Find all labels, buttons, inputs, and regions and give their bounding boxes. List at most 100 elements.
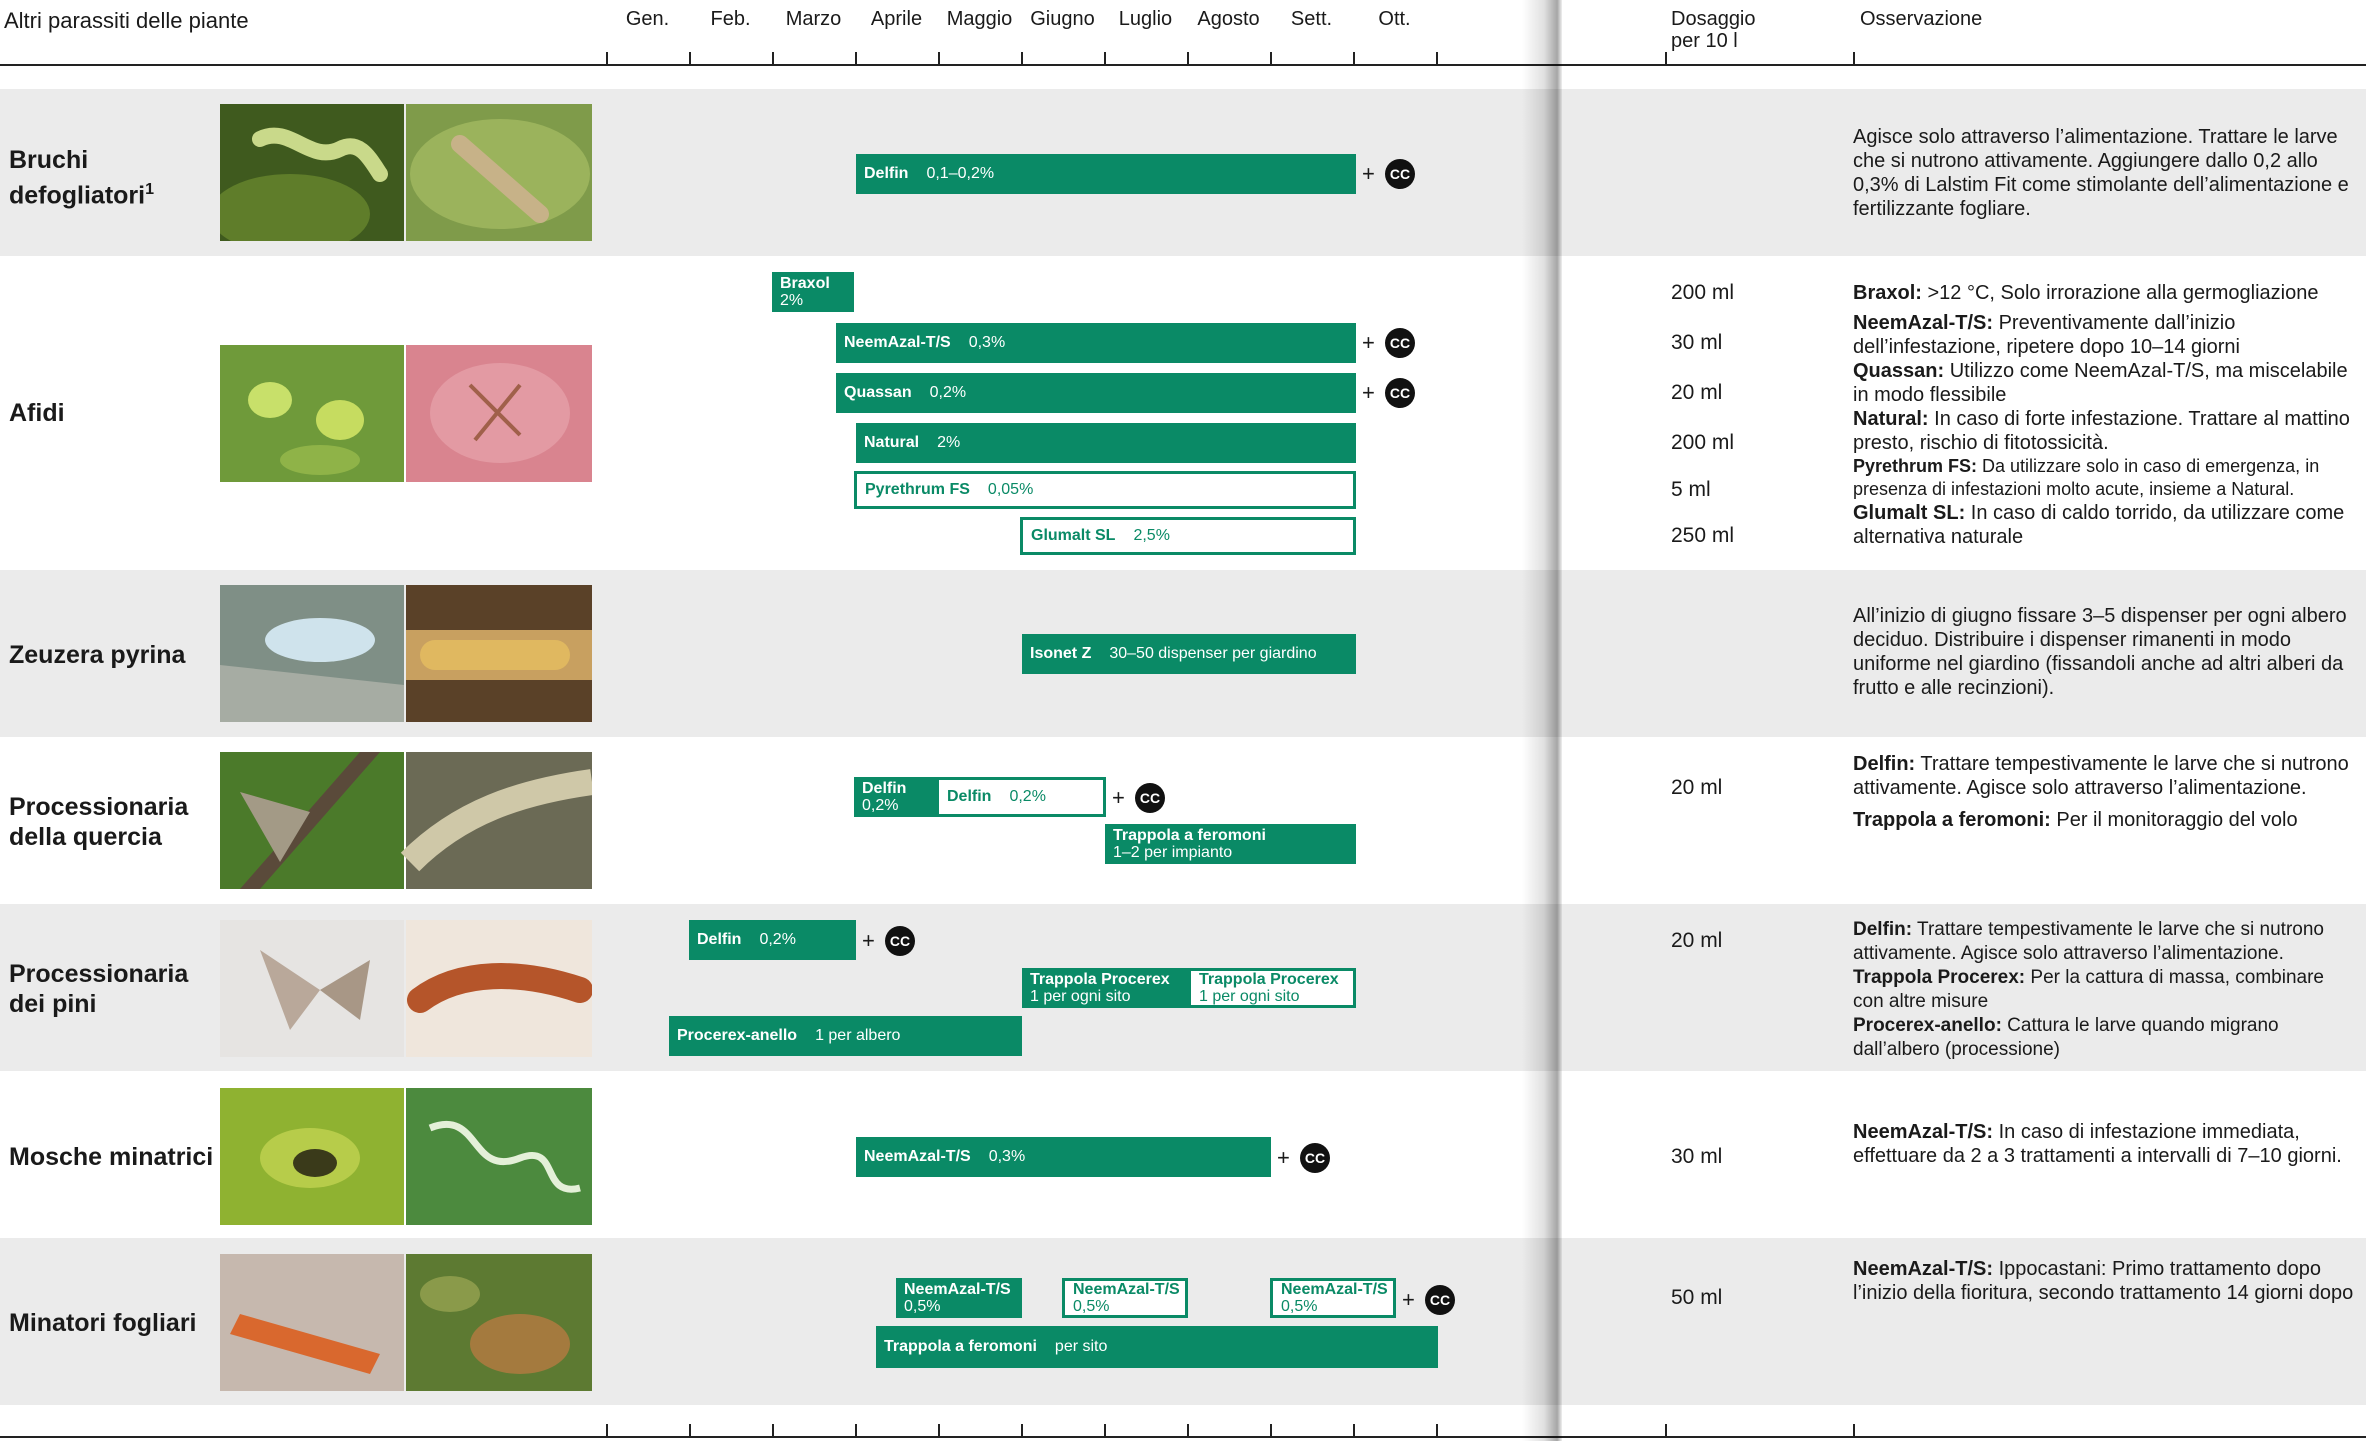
plus-sign: +	[1402, 1287, 1415, 1312]
dosage-header-line1: Dosaggio	[1671, 8, 1756, 30]
month-label: Giugno	[1030, 8, 1095, 30]
bar-dose: 1 per albero	[815, 1027, 901, 1044]
bar-dose: 2,5%	[1133, 527, 1170, 544]
dosage-value: 30 ml	[1671, 1145, 1723, 1168]
bar-dose: 0,2%	[929, 384, 967, 401]
observation-text: NeemAzal-T/S: Ippocastani: Primo trattam…	[1853, 1257, 2358, 1305]
month-label: Gen.	[625, 8, 670, 30]
axis-tick	[1436, 1424, 1438, 1438]
bar-dose: 1 per ogni sito	[1030, 988, 1131, 1005]
pest-name-line: della quercia	[9, 823, 162, 851]
axis-tick	[689, 1424, 691, 1438]
axis-tick	[1665, 1424, 1667, 1438]
plus-sign: +	[862, 928, 875, 953]
bar-dose: 2%	[937, 434, 961, 451]
axis-tick	[1853, 52, 1855, 66]
axis-tick	[938, 1424, 940, 1438]
cc-badge-icon: CC	[1135, 783, 1165, 813]
bar-trappola-procerex: Trappola Procerex 1 per ogni sito	[1188, 968, 1356, 1008]
bar-delfin: Delfin 0,2%	[689, 920, 856, 960]
note-text: Trattare tempestivamente le larve che si…	[1853, 919, 2324, 964]
bar-delfin: Delfin 0,2%	[854, 777, 938, 817]
bar-trappola-procerex: Trappola Procerex 1 per ogni sito	[1022, 968, 1190, 1008]
note-label: Braxol:	[1853, 282, 1922, 304]
bar-dose: 0,3%	[968, 334, 1006, 351]
note-label: NeemAzal-T/S:	[1853, 1121, 1994, 1143]
pest-name-afidi: Afidi	[9, 399, 65, 427]
bar-product-name: Trappola a feromoni	[884, 1338, 1037, 1355]
note-label: Delfin:	[1853, 753, 1916, 775]
bar-product-name: Natural	[864, 434, 920, 451]
bar-dose: per sito	[1054, 1338, 1108, 1355]
observation-text: NeemAzal-T/S: In caso di infestazione im…	[1853, 1120, 2358, 1168]
bar-dose: 0,2%	[759, 931, 796, 948]
dosage-header: Dosaggio per 10 l	[1671, 8, 1756, 52]
dosage-value: 50 ml	[1671, 1286, 1723, 1309]
note-label: Procerex-anello:	[1853, 1015, 2002, 1036]
axis-tick	[1270, 52, 1272, 66]
month-label: Maggio	[946, 8, 1013, 30]
bar-product-name: Trappola a feromoni	[1113, 827, 1266, 844]
pest-photo-afidi	[220, 345, 592, 482]
note-label: Glumalt SL:	[1853, 502, 1966, 524]
bar-quassan: Quassan 0,2%	[836, 373, 1356, 413]
bar-dose: 0,5%	[1281, 1298, 1318, 1315]
observation-text: Braxol: >12 °C, Solo irrorazione alla ge…	[1853, 281, 2358, 549]
cc-badge-icon: CC	[1300, 1143, 1330, 1173]
note-label: Natural:	[1853, 408, 1929, 430]
plus-sign: +	[1362, 330, 1375, 355]
footnote-marker: 1	[145, 181, 155, 198]
pest-name-line: defogliatori	[9, 181, 146, 210]
bar-product-name: Braxol	[780, 275, 830, 292]
bar-dose: 1–2 per impianto	[1113, 844, 1233, 861]
bar-product-name: NeemAzal-T/S	[1073, 1281, 1180, 1298]
observation-text: Delfin: Trattare tempestivamente le larv…	[1853, 752, 2358, 832]
note-label: Delfin:	[1853, 919, 1913, 940]
cc-badge-icon: CC	[1385, 159, 1415, 189]
month-label: Sett.	[1290, 8, 1333, 30]
axis-tick	[1104, 52, 1106, 66]
pest-name-bruchi: Bruchi defogliatori1	[9, 145, 154, 210]
dosage-value: 20 ml	[1671, 381, 1723, 404]
bar-trappola-feromoni: Trappola a feromoni 1–2 per impianto	[1105, 824, 1356, 864]
bar-product-name: Glumalt SL	[1031, 527, 1116, 544]
bar-neemazal: NeemAzal-T/S 0,5%	[1270, 1278, 1396, 1318]
note-label: Quassan:	[1853, 360, 1945, 382]
cc-badge-icon: CC	[1425, 1285, 1455, 1315]
note-label: NeemAzal-T/S:	[1853, 312, 1994, 334]
note-text: >12 °C, Solo irrorazione alla germogliaz…	[1921, 282, 2319, 304]
pest-photo-minatori-fogliari	[220, 1254, 592, 1391]
bar-product-name: Quassan	[844, 384, 912, 401]
bar-product-name: Delfin	[697, 931, 742, 948]
bar-dose: 2%	[780, 292, 804, 309]
dosage-value: 20 ml	[1671, 929, 1723, 952]
pest-name-line: Processionaria	[9, 793, 189, 821]
pest-photo-processionaria-quercia	[220, 752, 592, 889]
cc-badge-icon: CC	[1385, 328, 1415, 358]
axis-tick	[1104, 1424, 1106, 1438]
bar-product-name: NeemAzal-T/S	[904, 1281, 1011, 1298]
axis-tick	[1353, 1424, 1355, 1438]
pest-name-processionaria-quercia: Processionaria della quercia	[9, 792, 188, 852]
plus-sign: +	[1362, 380, 1375, 405]
month-label: Ott.	[1378, 8, 1411, 30]
bar-braxol: Braxol 2%	[772, 272, 854, 312]
bar-product-name: Trappola Procerex	[1030, 971, 1170, 988]
bar-glumalt: Glumalt SL 2,5%	[1020, 517, 1356, 555]
bar-dose: 0,2%	[1009, 788, 1046, 805]
axis-tick	[1353, 52, 1355, 66]
bar-neemazal: NeemAzal-T/S 0,3%	[836, 323, 1356, 363]
cc-badge-icon: CC	[885, 926, 915, 956]
bar-dose: 1 per ogni sito	[1199, 988, 1300, 1005]
pest-photo-zeuzera	[220, 585, 592, 722]
axis-tick	[855, 52, 857, 66]
note-text: Trattare tempestivamente le larve che si…	[1853, 753, 2349, 799]
observation-text: Delfin: Trattare tempestivamente le larv…	[1853, 918, 2358, 1062]
bar-dose: 0,5%	[1073, 1298, 1110, 1315]
bar-product-name: Delfin	[862, 780, 907, 797]
bar-product-name: Pyrethrum FS	[865, 481, 970, 498]
dosage-value: 200 ml	[1671, 281, 1735, 304]
observation-text: Agisce solo attraverso l’alimentazione. …	[1853, 125, 2358, 221]
note-text: Per il monitoraggio del volo	[2050, 809, 2298, 831]
axis-tick	[1021, 52, 1023, 66]
